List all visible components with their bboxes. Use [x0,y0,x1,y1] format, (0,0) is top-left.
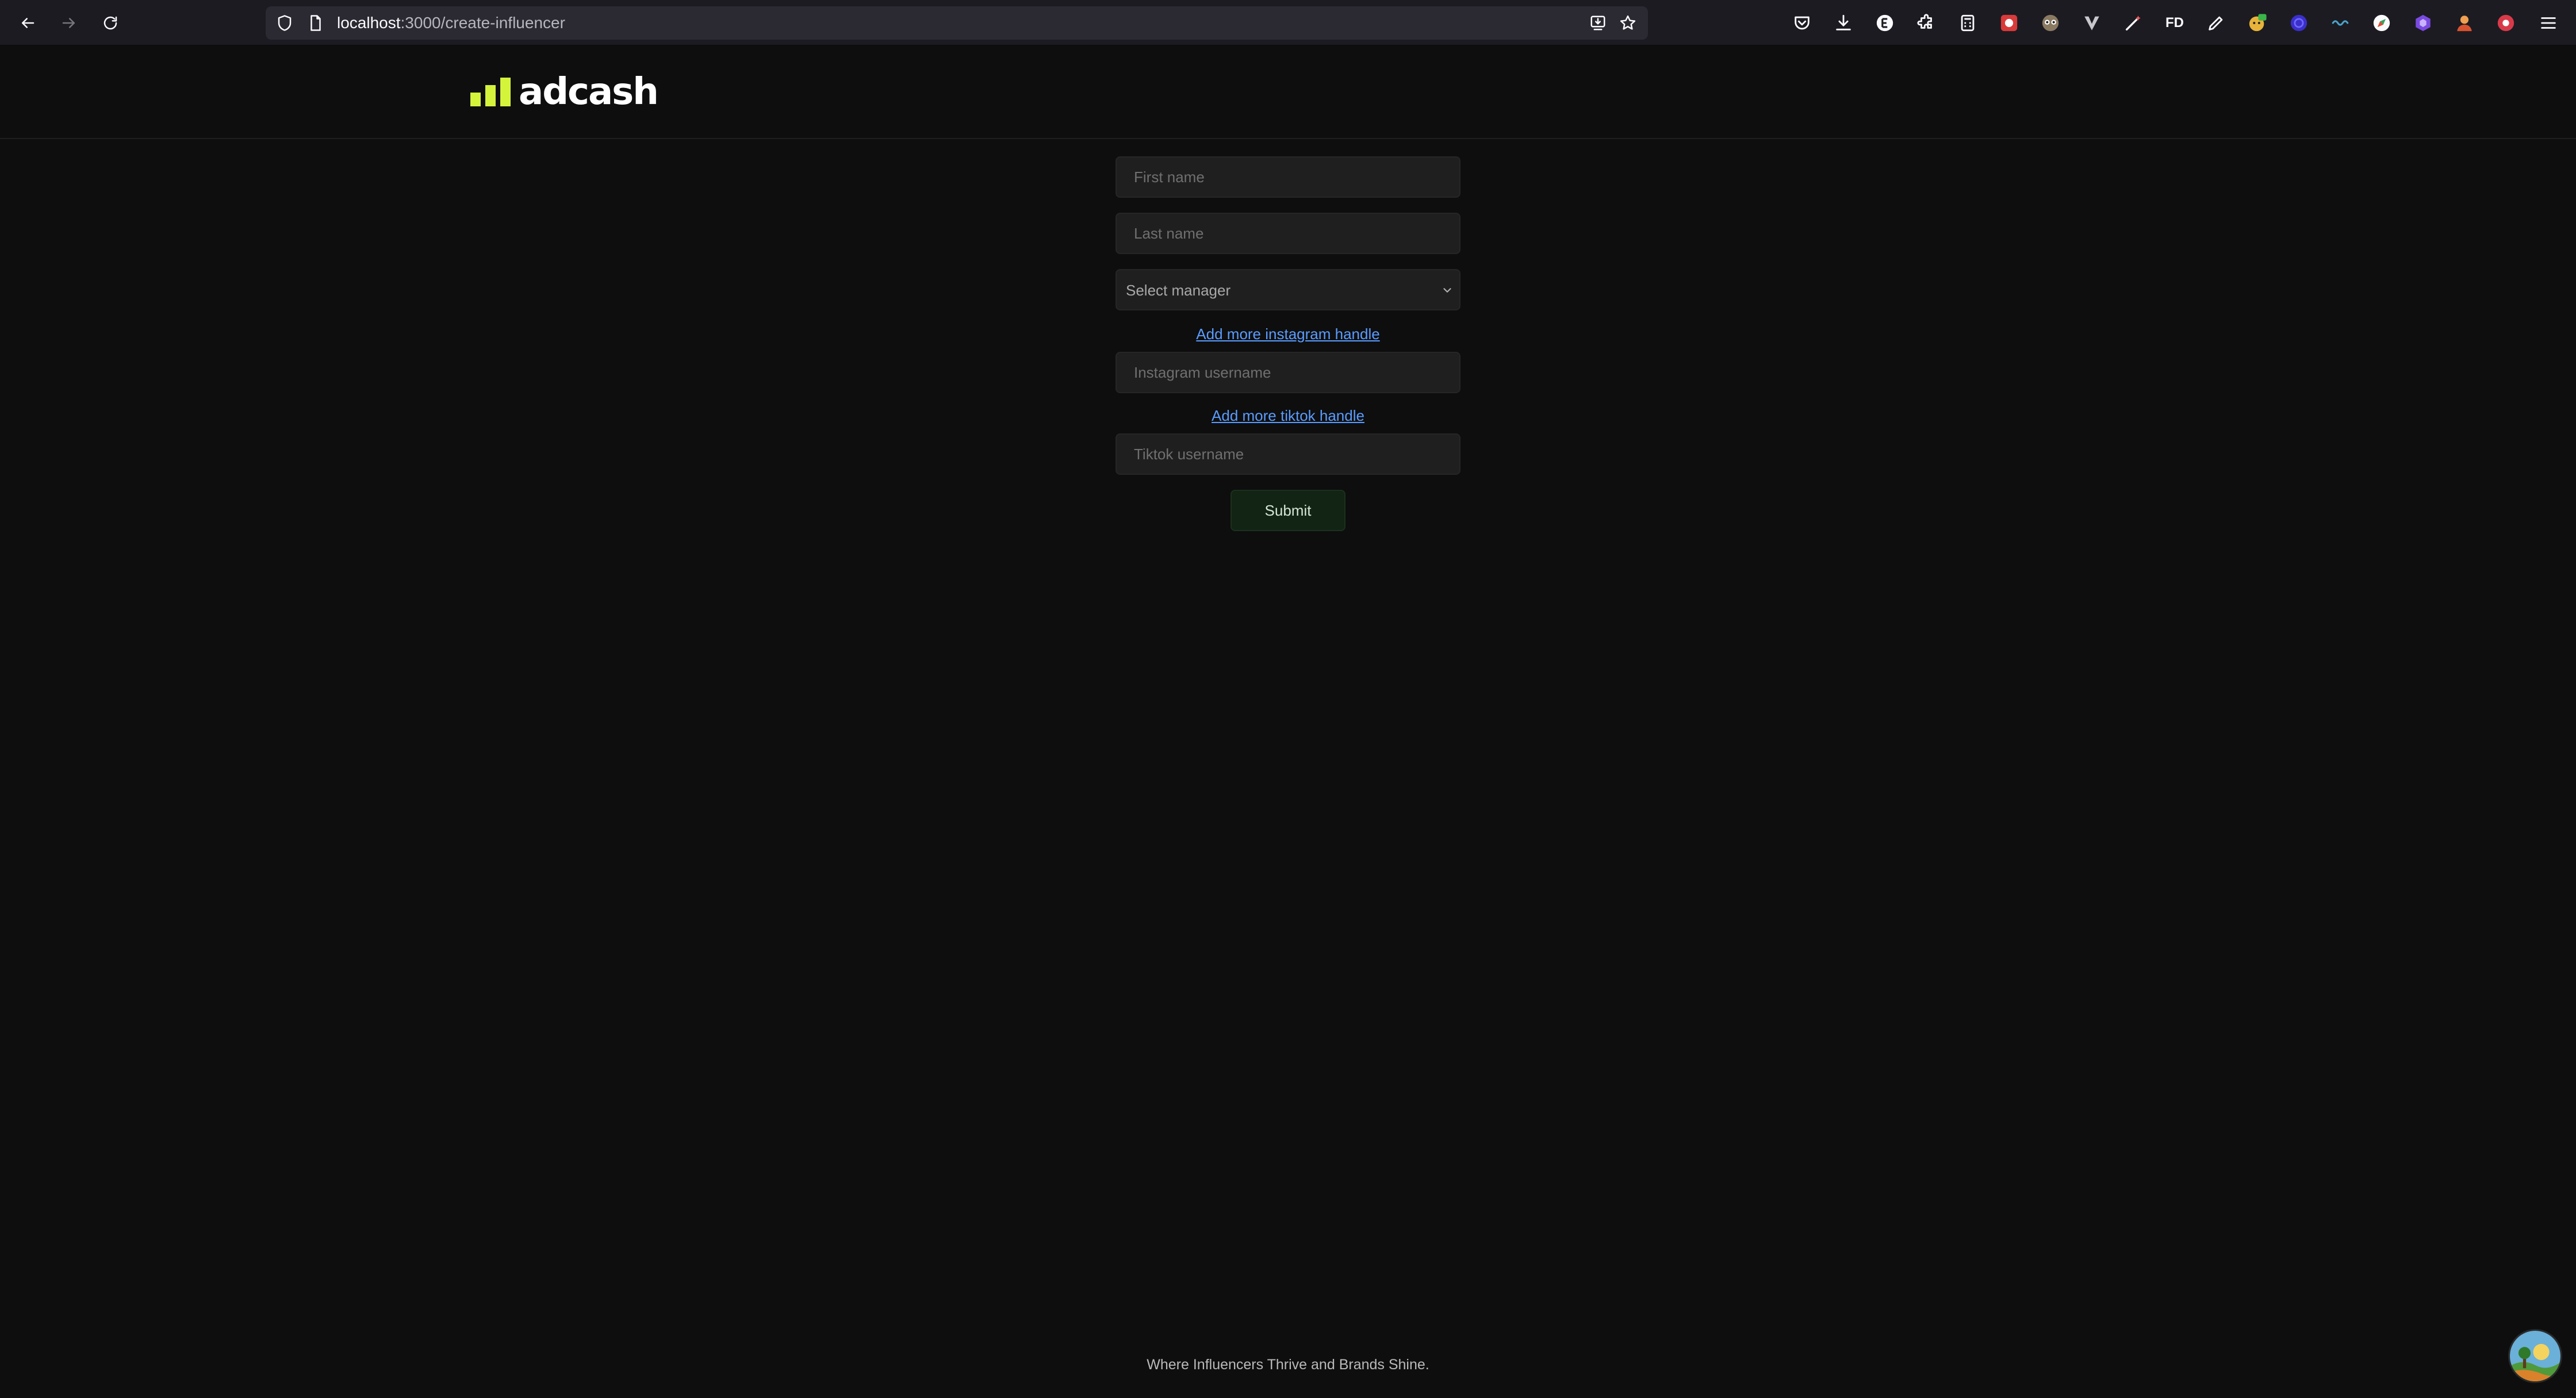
reload-icon [103,16,117,30]
magic-wand-icon[interactable] [2123,13,2144,33]
logo-text: adcash [519,71,659,113]
fd-extension-icon[interactable]: FD [2164,13,2185,33]
red-extension-icon[interactable] [1999,13,2019,33]
avatar-extension-icon[interactable] [2454,13,2475,33]
red-badge-extension-icon[interactable] [2496,13,2516,33]
reload-button[interactable] [98,10,123,36]
landscape-avatar-icon [2510,1331,2560,1381]
forward-button[interactable] [56,10,82,36]
pocket-icon[interactable] [1792,13,1812,33]
extensions-puzzle-icon[interactable] [1916,13,1937,33]
wave-extension-icon[interactable] [2330,13,2351,33]
url-host: localhost [337,14,401,32]
instagram-username-input[interactable] [1116,352,1460,393]
blue-circle-extension-icon[interactable] [2288,13,2309,33]
site-header: adcash [0,47,2576,139]
hexagon-extension-icon[interactable] [2413,13,2433,33]
install-app-icon[interactable] [1589,14,1607,32]
calculator-icon[interactable] [1957,13,1978,33]
address-bar[interactable]: localhost:3000/create-influencer [266,6,1648,40]
page-info-icon[interactable] [307,14,324,32]
eye-extension-icon[interactable] [2040,13,2061,33]
footer-tagline: Where Influencers Thrive and Brands Shin… [1147,1357,1429,1373]
url-text[interactable]: localhost:3000/create-influencer [337,14,565,32]
adcash-logo[interactable]: adcash [470,69,659,115]
url-path: :3000/create-influencer [400,14,565,32]
arrow-right-icon [62,18,75,28]
downloads-icon[interactable] [1833,13,1854,33]
chevron-down-icon [1443,288,1451,293]
arrow-left-icon [22,18,34,28]
submit-button[interactable]: Submit [1230,490,1346,531]
compass-extension-icon[interactable] [2371,13,2392,33]
v-extension-icon[interactable] [2082,13,2102,33]
browser-toolbar: localhost:3000/create-influencer FD [0,0,2576,46]
manager-select[interactable]: Select manager [1116,269,1460,310]
pen-icon[interactable] [2206,13,2226,33]
e-extension-icon[interactable] [1874,13,1895,33]
fd-extension-label: FD [2165,15,2184,30]
add-instagram-handle-link[interactable]: Add more instagram handle [1116,324,1460,344]
add-tiktok-handle-link[interactable]: Add more tiktok handle [1116,406,1460,425]
shield-icon[interactable] [276,14,293,32]
bookmark-star-icon[interactable] [1619,14,1636,32]
chat-assistant-avatar[interactable] [2508,1329,2562,1383]
last-name-input[interactable] [1116,213,1460,254]
back-button[interactable] [15,10,40,36]
tiktok-username-input[interactable] [1116,433,1460,475]
first-name-input[interactable] [1116,156,1460,198]
face-extension-icon[interactable] [2247,13,2268,33]
logo-bars-icon [470,78,511,106]
manager-select-value: Select manager [1126,282,1231,299]
menu-hamburger-icon[interactable] [2538,13,2559,33]
